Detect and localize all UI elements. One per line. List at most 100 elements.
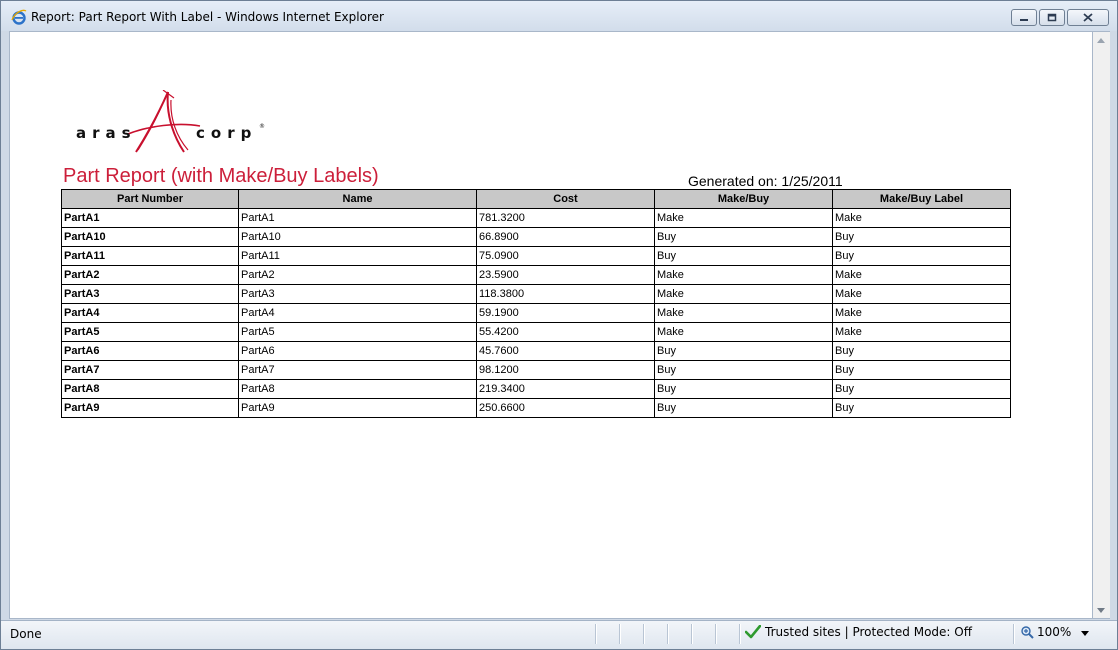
cost-cell: 118.3800 (476, 284, 655, 304)
internet-explorer-icon (11, 9, 27, 25)
make-buy-label-cell: Buy (832, 398, 1011, 418)
table-row: PartA10 PartA10 66.8900 Buy Buy (61, 227, 1011, 247)
minimize-button[interactable] (1011, 9, 1037, 26)
svg-text:®: ® (259, 123, 265, 130)
status-divider (691, 624, 693, 644)
logo-text-corp: corp (196, 124, 257, 142)
table-row: PartA7 PartA7 98.1200 Buy Buy (61, 360, 1011, 380)
table-row: PartA8 PartA8 219.3400 Buy Buy (61, 379, 1011, 399)
status-text: Done (10, 627, 42, 641)
part-number-cell: PartA1 (61, 208, 239, 228)
make-buy-label-cell: Buy (832, 227, 1011, 247)
logo-text-aras: aras (76, 124, 137, 142)
name-cell: PartA7 (238, 360, 477, 380)
cost-cell: 250.6600 (476, 398, 655, 418)
restore-icon (1040, 10, 1064, 25)
scroll-up-icon[interactable] (1093, 32, 1109, 48)
status-divider (619, 624, 621, 644)
make-buy-label-cell: Buy (832, 246, 1011, 266)
part-number-cell: PartA10 (61, 227, 239, 247)
column-header-part-number: Part Number (61, 189, 239, 209)
part-number-cell: PartA6 (61, 341, 239, 361)
zoom-control[interactable]: 100% (1021, 625, 1071, 639)
table-row: PartA11 PartA11 75.0900 Buy Buy (61, 246, 1011, 266)
table-row: PartA6 PartA6 45.7600 Buy Buy (61, 341, 1011, 361)
close-icon (1068, 10, 1108, 25)
name-cell: PartA6 (238, 341, 477, 361)
security-zone-text: Trusted sites | Protected Mode: Off (765, 625, 972, 639)
make-buy-cell: Make (654, 208, 833, 228)
make-buy-label-cell: Make (832, 303, 1011, 323)
status-divider (715, 624, 717, 644)
make-buy-label-cell: Make (832, 208, 1011, 228)
table-row: PartA1 PartA1 781.3200 Make Make (61, 208, 1011, 228)
vertical-scrollbar[interactable] (1093, 31, 1110, 619)
status-bar: Done Trusted sites | Protected Mode: Off… (1, 620, 1117, 649)
zoom-level: 100% (1037, 625, 1072, 639)
name-cell: PartA1 (238, 208, 477, 228)
status-divider (1013, 624, 1015, 644)
window-title: Report: Part Report With Label - Windows… (31, 10, 384, 24)
part-number-cell: PartA4 (61, 303, 239, 323)
zoom-dropdown-icon[interactable] (1081, 631, 1089, 636)
make-buy-label-cell: Buy (832, 360, 1011, 380)
cost-cell: 98.1200 (476, 360, 655, 380)
generated-label: Generated on: (688, 173, 778, 189)
scroll-down-icon[interactable] (1093, 602, 1109, 618)
page-content: aras corp ® Part Report (with Make/Buy L… (9, 31, 1093, 619)
title-bar[interactable]: Report: Part Report With Label - Windows… (1, 1, 1117, 31)
make-buy-cell: Make (654, 284, 833, 304)
make-buy-cell: Buy (654, 227, 833, 247)
part-number-cell: PartA9 (61, 398, 239, 418)
cost-cell: 66.8900 (476, 227, 655, 247)
part-number-cell: PartA7 (61, 360, 239, 380)
make-buy-label-cell: Buy (832, 379, 1011, 399)
name-cell: PartA3 (238, 284, 477, 304)
cost-cell: 75.0900 (476, 246, 655, 266)
part-number-cell: PartA11 (61, 246, 239, 266)
generated-on: Generated on: 1/25/2011 (688, 173, 843, 189)
table-row: PartA2 PartA2 23.5900 Make Make (61, 265, 1011, 285)
table-row: PartA9 PartA9 250.6600 Buy Buy (61, 398, 1011, 418)
checkmark-icon (745, 625, 761, 639)
name-cell: PartA4 (238, 303, 477, 323)
table-row: PartA3 PartA3 118.3800 Make Make (61, 284, 1011, 304)
cost-cell: 45.7600 (476, 341, 655, 361)
zoom-magnifier-icon (1021, 625, 1034, 639)
browser-window: Report: Part Report With Label - Windows… (0, 0, 1118, 650)
make-buy-cell: Make (654, 303, 833, 323)
make-buy-cell: Buy (654, 398, 833, 418)
make-buy-label-cell: Make (832, 284, 1011, 304)
status-divider (667, 624, 669, 644)
part-report-table: Part Number Name Cost Make/Buy Make/Buy … (61, 189, 1011, 418)
window-controls (1011, 9, 1109, 26)
part-number-cell: PartA2 (61, 265, 239, 285)
table-row: PartA5 PartA5 55.4200 Make Make (61, 322, 1011, 342)
name-cell: PartA11 (238, 246, 477, 266)
make-buy-cell: Buy (654, 341, 833, 361)
name-cell: PartA2 (238, 265, 477, 285)
cost-cell: 23.5900 (476, 265, 655, 285)
name-cell: PartA5 (238, 322, 477, 342)
report-title: Part Report (with Make/Buy Labels) (63, 165, 379, 187)
column-header-cost: Cost (476, 189, 655, 209)
status-divider (739, 624, 741, 644)
name-cell: PartA9 (238, 398, 477, 418)
cost-cell: 59.1900 (476, 303, 655, 323)
security-zone[interactable]: Trusted sites | Protected Mode: Off (745, 625, 972, 639)
make-buy-cell: Buy (654, 360, 833, 380)
column-header-make-buy: Make/Buy (654, 189, 833, 209)
minimize-icon (1012, 10, 1036, 25)
table-row: PartA4 PartA4 59.1900 Make Make (61, 303, 1011, 323)
make-buy-label-cell: Make (832, 322, 1011, 342)
name-cell: PartA10 (238, 227, 477, 247)
cost-cell: 219.3400 (476, 379, 655, 399)
status-divider (643, 624, 645, 644)
cost-cell: 781.3200 (476, 208, 655, 228)
table-header-row: Part Number Name Cost Make/Buy Make/Buy … (61, 189, 1011, 209)
close-button[interactable] (1067, 9, 1109, 26)
maximize-button[interactable] (1039, 9, 1065, 26)
window-frame-right (1110, 31, 1117, 619)
make-buy-label-cell: Buy (832, 341, 1011, 361)
make-buy-cell: Buy (654, 379, 833, 399)
